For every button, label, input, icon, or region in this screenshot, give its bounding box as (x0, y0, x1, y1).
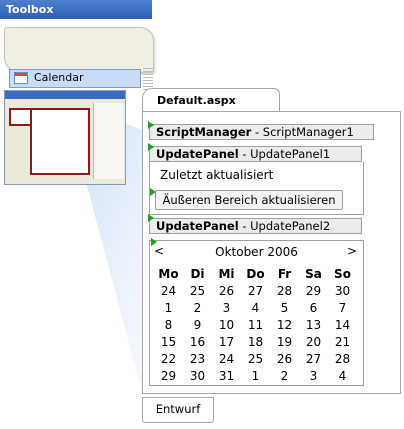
calendar-week-row: 15 16 17 18 19 20 21 (154, 333, 357, 350)
design-tab-label: Entwurf (155, 402, 201, 416)
calendar-day[interactable]: 24 (154, 282, 183, 299)
calendar-day[interactable]: 13 (299, 316, 328, 333)
control-type: UpdatePanel (156, 147, 239, 161)
calendar-day[interactable]: 12 (270, 316, 299, 333)
calendar-icon (14, 72, 28, 84)
update-panel-1-body: Zuletzt aktualisiert Äußeren Bereich akt… (149, 162, 364, 215)
next-month-link[interactable]: > (347, 244, 357, 258)
weekday-header: Mi (218, 266, 235, 281)
tab-label: Default.aspx (157, 94, 236, 107)
calendar-day[interactable]: 19 (270, 333, 299, 350)
calendar-day[interactable]: 3 (212, 299, 241, 316)
calendar-grid: Mo Di Mi Do Fr Sa So 24 25 26 27 28 29 30 1 2 3 4 5 6 7 8 9 10… (154, 265, 357, 384)
tab-design-view[interactable]: Entwurf (142, 397, 214, 423)
last-updated-label: Zuletzt aktualisiert (160, 168, 274, 182)
thumbnail-document-highlight (30, 108, 90, 175)
calendar-day[interactable]: 15 (154, 333, 183, 350)
calendar-day[interactable]: 6 (299, 299, 328, 316)
calendar-day[interactable]: 4 (328, 367, 357, 384)
calendar-day[interactable]: 2 (270, 367, 299, 384)
calendar-control[interactable]: < Oktober 2006 > Mo Di Mi Do Fr Sa So 24 25 26 27… (149, 240, 364, 386)
toolbox-item-calendar[interactable]: Calendar (9, 69, 141, 88)
refresh-outer-panel-button[interactable]: Äußeren Bereich aktualisieren (155, 190, 343, 210)
calendar-day[interactable]: 8 (154, 316, 183, 333)
weekday-header: Di (190, 266, 205, 281)
weekday-header: So (334, 266, 351, 281)
calendar-day[interactable]: 29 (299, 282, 328, 299)
calendar-day[interactable]: 21 (328, 333, 357, 350)
calendar-day[interactable]: 16 (183, 333, 212, 350)
calendar-day[interactable]: 30 (183, 367, 212, 384)
calendar-day[interactable]: 26 (270, 350, 299, 367)
calendar-month-title: Oktober 2006 (215, 245, 298, 259)
calendar-day[interactable]: 1 (241, 367, 270, 384)
toolbox-item-label: Calendar (34, 71, 84, 84)
calendar-day[interactable]: 27 (299, 350, 328, 367)
grip-icon (143, 68, 153, 90)
weekday-header: Fr (277, 266, 292, 281)
control-type: UpdatePanel (156, 219, 239, 233)
toolbox-title: Toolbox (0, 0, 152, 19)
calendar-week-row: 1234567 (154, 299, 357, 316)
calendar-day[interactable]: 31 (212, 367, 241, 384)
smart-tag-icon[interactable] (148, 143, 154, 151)
calendar-week-row: 24 25 26 27 28 29 30 (154, 282, 357, 299)
weekday-header: Do (246, 266, 265, 281)
toolbox-panel: Calendar (4, 27, 154, 90)
control-type: ScriptManager (156, 125, 252, 139)
calendar-day[interactable]: 22 (154, 350, 183, 367)
calendar-day[interactable]: 20 (299, 333, 328, 350)
calendar-day[interactable]: 7 (328, 299, 357, 316)
calendar-day[interactable]: 26 (212, 282, 241, 299)
smart-tag-icon[interactable] (150, 188, 156, 196)
control-id: UpdatePanel1 (250, 147, 331, 161)
smart-tag-icon[interactable] (151, 238, 157, 246)
calendar-day[interactable]: 11 (241, 316, 270, 333)
calendar-day[interactable]: 23 (183, 350, 212, 367)
calendar-week-row: 29 30 31 1 2 3 4 (154, 367, 357, 384)
calendar-day[interactable]: 24 (212, 350, 241, 367)
calendar-day[interactable]: 14 (328, 316, 357, 333)
thumbnail-side-pane (93, 103, 124, 179)
smart-tag-icon[interactable] (148, 121, 154, 129)
control-id: ScriptManager1 (262, 125, 354, 139)
calendar-day[interactable]: 1 (154, 299, 183, 316)
calendar-day[interactable]: 10 (212, 316, 241, 333)
calendar-day[interactable]: 3 (299, 367, 328, 384)
calendar-day[interactable]: 29 (154, 367, 183, 384)
calendar-day[interactable]: 4 (241, 299, 270, 316)
thumbnail-titlebar (5, 91, 125, 99)
update-panel-2-header[interactable]: UpdatePanel - UpdatePanel2 (149, 218, 362, 234)
calendar-day[interactable]: 25 (183, 282, 212, 299)
calendar-week-row: 22 23 24 25 26 27 28 (154, 350, 357, 367)
calendar-day[interactable]: 2 (183, 299, 212, 316)
script-manager-control[interactable]: ScriptManager - ScriptManager1 (149, 124, 374, 140)
calendar-day[interactable]: 27 (241, 282, 270, 299)
weekday-header: Sa (305, 266, 322, 281)
calendar-day[interactable]: 30 (328, 282, 357, 299)
calendar-day[interactable]: 28 (270, 282, 299, 299)
ide-thumbnail (4, 90, 126, 185)
control-id: UpdatePanel2 (250, 219, 331, 233)
calendar-day[interactable]: 18 (241, 333, 270, 350)
thumbnail-toolbox-highlight (9, 108, 32, 126)
calendar-week-row: 8 9 10 11 12 13 14 (154, 316, 357, 333)
calendar-day[interactable]: 28 (328, 350, 357, 367)
calendar-day[interactable]: 9 (183, 316, 212, 333)
tab-default-aspx[interactable]: Default.aspx (142, 88, 280, 113)
smart-tag-icon[interactable] (148, 214, 154, 222)
calendar-day[interactable]: 25 (241, 350, 270, 367)
update-panel-1-header[interactable]: UpdatePanel - UpdatePanel1 (149, 146, 362, 162)
calendar-day[interactable]: 5 (270, 299, 299, 316)
calendar-day[interactable]: 17 (212, 333, 241, 350)
weekday-header: Mo (158, 266, 179, 281)
